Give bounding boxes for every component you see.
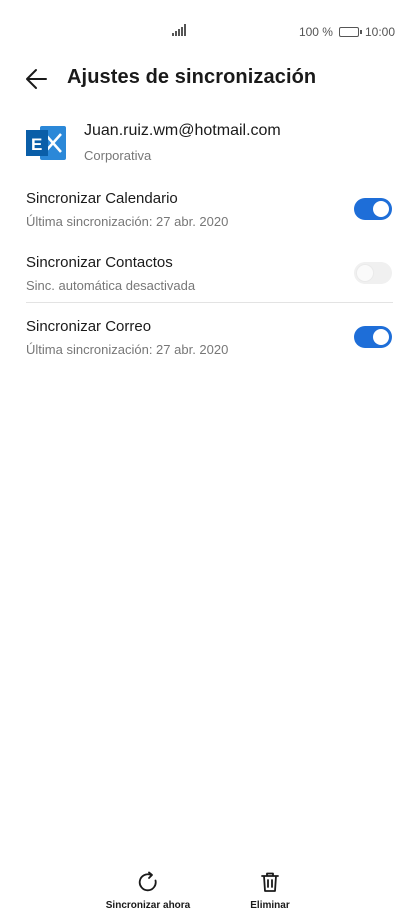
delete-button[interactable]: Eliminar xyxy=(240,870,300,911)
page-title: Ajustes de sincronización xyxy=(67,66,317,88)
status-right: 100 % 10:00 xyxy=(299,25,395,39)
refresh-icon xyxy=(138,871,157,892)
sync-calendar-label: Sincronizar Calendario xyxy=(26,190,178,207)
signal-icon xyxy=(172,24,186,36)
exchange-logo-icon: E xyxy=(26,126,66,160)
sync-mail-toggle[interactable] xyxy=(354,326,392,348)
account-type: Corporativa xyxy=(84,148,152,163)
sync-contacts-status: Sinc. automática desactivada xyxy=(26,278,196,293)
header: Ajustes de sincronización xyxy=(0,62,419,96)
svg-text:E: E xyxy=(31,135,42,154)
sync-calendar-toggle[interactable] xyxy=(354,198,392,220)
battery-icon xyxy=(338,27,362,37)
back-button[interactable] xyxy=(24,66,50,92)
sync-calendar-row[interactable]: Sincronizar Calendario Última sincroniza… xyxy=(0,184,419,248)
account-email: Juan.ruiz.wm@hotmail.com xyxy=(84,122,281,139)
sync-contacts-toggle[interactable] xyxy=(354,262,392,284)
sync-contacts-label: Sincronizar Contactos xyxy=(26,254,173,271)
clock: 10:00 xyxy=(364,25,395,39)
status-bar: 100 % 10:00 xyxy=(0,0,419,62)
sync-calendar-status: Última sincronización: 27 abr. 2020 xyxy=(26,214,229,229)
divider xyxy=(26,302,393,303)
sync-now-button[interactable]: Sincronizar ahora xyxy=(104,870,192,911)
sync-mail-row[interactable]: Sincronizar Correo Última sincronización… xyxy=(0,312,419,376)
sync-now-label: Sincronizar ahora xyxy=(105,900,191,911)
sync-mail-label: Sincronizar Correo xyxy=(26,318,152,335)
account-info: E Juan.ruiz.wm@hotmail.com Corporativa xyxy=(0,118,419,168)
sync-mail-status: Última sincronización: 27 abr. 2020 xyxy=(26,342,229,357)
delete-label: Eliminar xyxy=(250,900,290,911)
screen: 100 % 10:00 Ajustes de sincronización E … xyxy=(0,0,419,922)
battery-percent: 100 % xyxy=(298,25,333,39)
arrow-left-icon xyxy=(26,69,47,89)
trash-icon xyxy=(261,872,279,892)
